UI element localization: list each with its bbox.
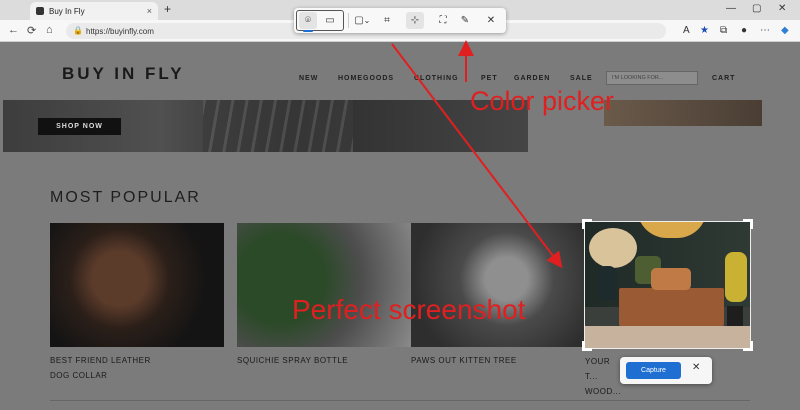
camera-icon[interactable]: ⌾: [299, 12, 317, 29]
read-aloud-icon[interactable]: A: [683, 25, 690, 36]
selection-handle[interactable]: [582, 219, 592, 229]
annotation-color-picker: Color picker: [470, 86, 615, 116]
profile-avatar-icon[interactable]: ●: [741, 25, 747, 36]
nav-new[interactable]: NEW: [299, 75, 318, 82]
browser-tab[interactable]: Buy In Fly ×: [30, 2, 158, 20]
color-picker-icon[interactable]: ⊹: [406, 12, 424, 29]
url-text: https://buyinfly.com: [86, 26, 154, 36]
secondary-banner-image: [604, 100, 762, 126]
more-menu-icon[interactable]: ⋯: [760, 25, 770, 36]
collections-icon[interactable]: ⧉: [720, 25, 727, 36]
product-name[interactable]: PAWS OUT KITTEN TREE: [411, 353, 586, 368]
edge-copilot-icon[interactable]: ◆: [781, 25, 789, 36]
nav-cart[interactable]: CART: [712, 75, 735, 82]
text-extract-icon[interactable]: ⛶: [434, 12, 452, 29]
nav-pet[interactable]: PET: [481, 75, 498, 82]
site-search-input[interactable]: I'M LOOKING FOR...: [606, 71, 698, 85]
video-icon[interactable]: ▭: [321, 12, 339, 29]
capture-bar: Capture ✕: [620, 357, 712, 384]
separator: [348, 13, 349, 28]
divider: [50, 400, 750, 401]
selection-handle[interactable]: [582, 341, 592, 351]
favorite-star-icon[interactable]: ★: [700, 25, 709, 36]
product-image-dog-collar[interactable]: [50, 223, 224, 347]
tab-title: Buy In Fly: [49, 6, 85, 16]
chevron-down-icon[interactable]: ⌄: [362, 12, 372, 29]
maximize-button[interactable]: ▢: [752, 3, 761, 14]
capture-close-icon[interactable]: ✕: [692, 362, 700, 373]
tab-close-icon[interactable]: ×: [147, 6, 152, 16]
product-name[interactable]: SQUICHIE SPRAY BOTTLE: [237, 353, 412, 368]
pen-icon[interactable]: ✎: [456, 12, 474, 29]
pampas-grass: [589, 228, 637, 268]
nav-homegoods[interactable]: HOMEGOODS: [338, 75, 394, 82]
shop-now-button[interactable]: SHOP NOW: [38, 118, 121, 135]
rug: [585, 326, 750, 348]
new-tab-button[interactable]: +: [164, 2, 171, 16]
product-name[interactable]: BEST FRIEND LEATHER DOG COLLAR: [50, 353, 170, 383]
nav-sale[interactable]: SALE: [570, 75, 593, 82]
annotation-perfect-screenshot: Perfect screenshot: [292, 294, 526, 325]
selection-handle[interactable]: [743, 341, 753, 351]
nav-clothing[interactable]: CLOTHING: [414, 75, 459, 82]
nav-garden[interactable]: GARDEN: [514, 75, 550, 82]
product-name[interactable]: YOUR T... WOOD...: [585, 354, 625, 399]
refresh-icon[interactable]: ⟳: [27, 24, 36, 37]
selection-handle[interactable]: [743, 219, 753, 229]
back-icon[interactable]: ←: [8, 24, 19, 36]
minimize-button[interactable]: —: [726, 3, 736, 14]
active-indicator: [303, 30, 313, 32]
close-icon[interactable]: ✕: [482, 12, 500, 29]
site-logo[interactable]: BUY IN FLY: [62, 64, 185, 84]
snipping-toolbar: ⌾ ▭ ▢ ⌄ ⌗ ⊹ ⛶ ✎ ✕: [294, 8, 506, 33]
yellow-coat: [725, 252, 747, 302]
capture-button[interactable]: Capture: [626, 362, 681, 379]
product-image-kitten-tree[interactable]: [411, 223, 585, 347]
crop-icon[interactable]: ⌗: [378, 12, 396, 29]
favicon-icon: [36, 7, 44, 15]
close-window-button[interactable]: ✕: [778, 3, 786, 14]
lock-icon: 🔒: [73, 26, 83, 35]
vase: [597, 266, 617, 300]
pillow: [651, 268, 691, 290]
product-image-spray-bottle[interactable]: [237, 223, 411, 347]
bench: [619, 288, 724, 326]
home-icon[interactable]: ⌂: [46, 24, 53, 36]
section-title: MOST POPULAR: [50, 189, 201, 206]
snip-selection-region[interactable]: [584, 221, 751, 349]
